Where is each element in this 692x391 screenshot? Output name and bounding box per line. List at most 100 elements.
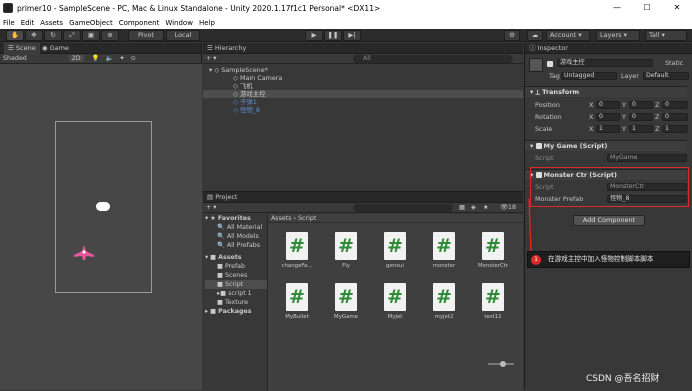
tab-scene[interactable]: ☰ Scene [4,43,40,54]
tag-dropdown[interactable]: Untagged [561,72,617,80]
account-dropdown[interactable]: Account ▾ [546,30,590,41]
shading-dropdown[interactable]: Shaded [3,55,27,62]
position-y-field[interactable]: 0 [629,101,653,109]
move-tool-button[interactable]: ✥ [25,30,43,41]
mode-2d-toggle[interactable]: 2D [68,55,84,62]
hand-tool-button[interactable]: ✋ [6,30,24,41]
scale-x-field[interactable]: 1 [596,125,620,133]
tree-folder-texture[interactable]: ■ Texture [205,298,267,307]
effects-icon[interactable]: ✦ [119,55,124,62]
position-x-field[interactable]: 0 [596,101,620,109]
play-button[interactable]: ▶ [305,30,323,41]
favorite-icon[interactable]: ★ [483,203,489,213]
local-toggle[interactable]: Local [166,30,200,41]
tab-game[interactable]: ◉ Game [42,44,69,52]
hierarchy-item-bullet[interactable]: ◇ 子弹1 [203,98,523,106]
tree-folder-script[interactable]: ■ Script [205,280,267,289]
plane-sprite[interactable] [73,244,95,262]
hierarchy-tab[interactable]: ☰ Hierarchy [203,43,523,54]
tree-folder-scenes[interactable]: ■ Scenes [205,271,267,280]
tree-fav-item[interactable]: 🔍 All Models [205,232,267,241]
pause-button[interactable]: ❚❚ [324,30,342,41]
hierarchy-item-main-camera[interactable]: ◇ Main Camera [203,74,523,82]
hierarchy-item-game-controller[interactable]: ◇ 游戏主控 [203,90,523,98]
gizmo-icon[interactable]: ⊙ [131,55,136,62]
rotation-z-field[interactable]: 0 [662,113,688,121]
icon-size-slider-thumb[interactable] [500,361,506,367]
script-asset[interactable]: # gensui [372,232,418,280]
script-asset[interactable]: # monster [421,232,467,280]
hierarchy-search-input[interactable]: All [353,55,513,63]
tree-fav-item[interactable]: 🔍 All Material [205,223,267,232]
tree-assets[interactable]: ▾ ■ Assets [205,253,267,262]
filter-type-icon[interactable]: ▦ [459,203,465,213]
object-name-field[interactable]: 游戏主控 [557,59,653,67]
breadcrumb-assets[interactable]: Assets [271,215,292,222]
tree-item-label: All Models [226,233,259,240]
breadcrumb-script[interactable]: Script [298,215,316,222]
menu-help[interactable]: Help [199,19,215,27]
tree-packages[interactable]: ▸ ■ Packages [205,307,267,316]
scene-view[interactable] [0,64,202,390]
csharp-script-icon: # [433,232,455,260]
tree-fav-item[interactable]: 🔍 All Prefabs [205,241,267,250]
project-create-button[interactable]: + ▾ [206,204,216,211]
scale-z-field[interactable]: 1 [662,125,688,133]
rotation-y-field[interactable]: 0 [629,113,653,121]
inspector-tab[interactable]: ⓘ Inspector [525,43,692,54]
scale-y-field[interactable]: 1 [629,125,653,133]
rotation-x-field[interactable]: 0 [596,113,620,121]
rect-tool-button[interactable]: ▣ [82,30,100,41]
bullet-sprite[interactable] [96,202,110,211]
audio-icon[interactable]: 🔈 [105,55,113,62]
menu-gameobject[interactable]: GameObject [69,19,113,27]
tree-folder-prefab[interactable]: ■ Prefab [205,262,267,271]
rotate-tool-button[interactable]: ↻ [44,30,62,41]
tree-item-label: Prefab [224,263,246,270]
menu-assets[interactable]: Assets [40,19,63,27]
transform-header[interactable]: ▾ ⟂ Transform [525,86,687,97]
filter-label-icon[interactable]: ◈ [471,203,476,213]
tree-folder-script1[interactable]: ▸■ script 1 [205,289,267,298]
script-asset[interactable]: # changeFa... [274,232,320,280]
pivot-toggle[interactable]: Pivot [128,30,164,41]
step-button[interactable]: ▶| [343,30,361,41]
add-component-button[interactable]: Add Component [573,215,645,226]
mygame-script-field[interactable]: MyGame [607,154,687,162]
transform-tool-button[interactable]: ⊕ [101,30,119,41]
menu-edit[interactable]: Edit [21,19,35,27]
mygame-enabled-checkbox[interactable] [535,143,542,149]
collab-icon[interactable]: ⚙ [504,30,520,41]
script-asset[interactable]: # Fly [323,232,369,280]
layers-dropdown[interactable]: Layers ▾ [596,30,640,41]
hierarchy-item-plane[interactable]: ◇ 飞机 [203,82,523,90]
script-asset[interactable]: # MyGame [323,283,369,331]
menu-file[interactable]: File [3,19,15,27]
active-checkbox[interactable] [547,61,553,67]
lighting-icon[interactable]: 💡 [92,55,100,62]
scene-root-row[interactable]: ▾ ◇ SampleScene* [203,66,523,74]
script-asset[interactable]: # MyJet [372,283,418,331]
layer-dropdown[interactable]: Default [643,72,689,80]
create-button[interactable]: + ▾ [206,55,216,62]
tree-favorites-label: Favorites [217,215,251,222]
menu-window[interactable]: Window [165,19,193,27]
menu-component[interactable]: Component [119,19,160,27]
layout-dropdown[interactable]: Tall ▾ [645,30,687,41]
hierarchy-item-monster[interactable]: ◇ 怪物_8 [203,106,523,114]
cloud-icon[interactable]: ☁ [527,30,543,41]
static-toggle[interactable]: Static [665,59,683,67]
close-button[interactable]: ✕ [662,0,692,16]
script-asset[interactable]: # myjet2 [421,283,467,331]
project-search-input[interactable] [353,204,453,212]
mygame-header[interactable]: ▾ My Game (Script) [525,140,687,151]
maximize-button[interactable]: ☐ [632,0,662,16]
script-asset[interactable]: # test12 [470,283,516,331]
project-tab[interactable]: ▤ Project [203,192,523,203]
script-asset[interactable]: # MyBullet [274,283,320,331]
script-asset[interactable]: # MonsterCtr [470,232,516,280]
minimize-button[interactable]: — [602,0,632,16]
position-z-field[interactable]: 0 [662,101,688,109]
tree-favorites[interactable]: ▾ ★ Favorites [205,214,267,223]
scale-tool-button[interactable]: ⤢ [63,30,81,41]
